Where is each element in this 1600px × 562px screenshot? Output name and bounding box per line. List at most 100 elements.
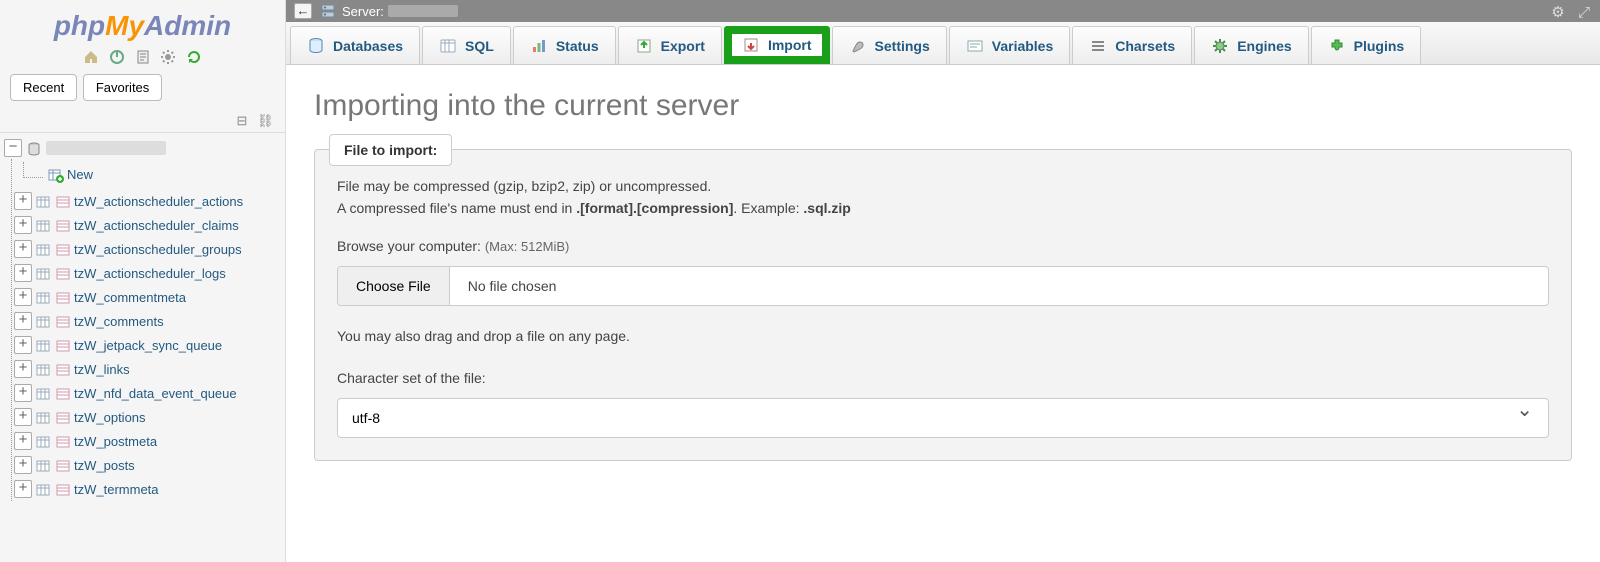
tree-new-node[interactable]: New [12, 159, 283, 189]
tree-children: New + tzW_actionscheduler_actions + tzW_act… [11, 159, 283, 501]
table-browse-icon[interactable] [35, 241, 51, 257]
tab-plugins[interactable]: Plugins [1311, 26, 1422, 64]
tree-toggle[interactable]: + [14, 456, 32, 474]
tree-toggle[interactable]: + [14, 192, 32, 210]
sidebar-quick-icons [0, 44, 285, 74]
table-browse-icon[interactable] [35, 409, 51, 425]
table-structure-icon[interactable] [55, 385, 71, 401]
tree-toggle[interactable]: + [14, 216, 32, 234]
tab-label: SQL [465, 38, 494, 54]
table-structure-icon[interactable] [55, 337, 71, 353]
tab-charsets[interactable]: Charsets [1072, 26, 1192, 64]
tree-root[interactable]: − [2, 137, 283, 159]
tree-toggle[interactable]: + [14, 480, 32, 498]
table-browse-icon[interactable] [35, 433, 51, 449]
tree-toggle[interactable]: + [14, 360, 32, 378]
tab-status[interactable]: Status [513, 26, 616, 64]
table-structure-icon[interactable] [55, 457, 71, 473]
tab-engines[interactable]: Engines [1194, 26, 1308, 64]
docs-icon[interactable] [134, 48, 152, 66]
tree-toggle[interactable]: + [14, 288, 32, 306]
table-structure-icon[interactable] [55, 433, 71, 449]
import-icon [742, 36, 760, 54]
table-browse-icon[interactable] [35, 385, 51, 401]
tree-table-node[interactable]: +tzW_comments [12, 309, 283, 333]
table-browse-icon[interactable] [35, 457, 51, 473]
server-name[interactable] [388, 5, 458, 17]
link-icon[interactable]: ⛓ [257, 113, 273, 125]
table-browse-icon[interactable] [35, 193, 51, 209]
table-browse-icon[interactable] [35, 313, 51, 329]
tree-toggle[interactable]: + [14, 312, 32, 330]
tree-toggle[interactable]: + [14, 336, 32, 354]
table-structure-icon[interactable] [55, 193, 71, 209]
logout-icon[interactable] [108, 48, 126, 66]
tree-table-label: tzW_actionscheduler_claims [74, 218, 239, 233]
charset-select[interactable]: utf-8 [337, 398, 1549, 438]
table-browse-icon[interactable] [35, 361, 51, 377]
choose-file-button[interactable]: Choose File [338, 267, 450, 305]
tab-label: Settings [875, 38, 930, 54]
tree-table-node[interactable]: +tzW_links [12, 357, 283, 381]
tree-table-node[interactable]: +tzW_termmeta [12, 477, 283, 501]
tree-toggle[interactable]: + [14, 408, 32, 426]
refresh-icon[interactable] [185, 48, 203, 66]
tab-sql[interactable]: SQL [422, 26, 511, 64]
tab-import[interactable]: Import [724, 26, 830, 64]
file-chosen-status: No file chosen [450, 267, 1548, 305]
home-icon[interactable] [82, 48, 100, 66]
favorites-button[interactable]: Favorites [83, 74, 162, 101]
table-structure-icon[interactable] [55, 241, 71, 257]
tab-export[interactable]: Export [618, 26, 722, 64]
tab-variables[interactable]: Variables [949, 26, 1071, 64]
tree-table-node[interactable]: +tzW_commentmeta [12, 285, 283, 309]
tree-toggle[interactable]: + [14, 240, 32, 258]
gear-icon[interactable]: ⚙ [1551, 4, 1564, 21]
tree-table-node[interactable]: +tzW_options [12, 405, 283, 429]
table-structure-icon[interactable] [55, 481, 71, 497]
file-input[interactable]: Choose File No file chosen [337, 266, 1549, 306]
tree-table-label: tzW_actionscheduler_actions [74, 194, 243, 209]
tree-table-node[interactable]: + tzW_actionscheduler_claims [12, 213, 283, 237]
table-structure-icon[interactable] [55, 217, 71, 233]
page-title: Importing into the current server [314, 89, 1572, 123]
sidebar: phpMyAdmin Recent Favorites ⊟ ⛓ − [0, 0, 286, 562]
tree-table-node[interactable]: +tzW_jetpack_sync_queue [12, 333, 283, 357]
table-browse-icon[interactable] [35, 217, 51, 233]
logo[interactable]: phpMyAdmin [0, 6, 285, 44]
tree-toggle[interactable]: + [14, 432, 32, 450]
table-browse-icon[interactable] [35, 289, 51, 305]
collapse-all-icon[interactable]: ⊟ [231, 113, 247, 125]
tree-table-node[interactable]: +tzW_posts [12, 453, 283, 477]
tab-label: Export [661, 38, 705, 54]
tree-table-node[interactable]: +tzW_nfd_data_event_queue [12, 381, 283, 405]
table-structure-icon[interactable] [55, 409, 71, 425]
table-structure-icon[interactable] [55, 289, 71, 305]
back-arrow-button[interactable]: ← [294, 3, 312, 19]
tree-toggle[interactable]: + [14, 384, 32, 402]
table-structure-icon[interactable] [55, 313, 71, 329]
table-browse-icon[interactable] [35, 337, 51, 353]
tree-table-node[interactable]: + tzW_actionscheduler_actions [12, 189, 283, 213]
tab-label: Variables [992, 38, 1054, 54]
tree-table-label: tzW_actionscheduler_groups [74, 242, 242, 257]
tab-label: Plugins [1354, 38, 1405, 54]
table-browse-icon[interactable] [35, 265, 51, 281]
compress-hint-1: File may be compressed (gzip, bzip2, zip… [337, 178, 1549, 194]
tree-table-node[interactable]: + tzW_actionscheduler_logs [12, 261, 283, 285]
collapse-panel-icon[interactable]: ⤢ [1578, 4, 1590, 21]
table-browse-icon[interactable] [35, 481, 51, 497]
tree-toggle-root[interactable]: − [4, 139, 22, 157]
tab-databases[interactable]: Databases [290, 26, 420, 64]
plugins-icon [1328, 37, 1346, 55]
tree-table-node[interactable]: +tzW_postmeta [12, 429, 283, 453]
tree-table-label: tzW_actionscheduler_logs [74, 266, 226, 281]
tree-table-node[interactable]: + tzW_actionscheduler_groups [12, 237, 283, 261]
recent-button[interactable]: Recent [10, 74, 77, 101]
settings-gear-icon[interactable] [159, 48, 177, 66]
tab-label: Charsets [1115, 38, 1175, 54]
tree-toggle[interactable]: + [14, 264, 32, 282]
table-structure-icon[interactable] [55, 361, 71, 377]
table-structure-icon[interactable] [55, 265, 71, 281]
tab-settings[interactable]: Settings [832, 26, 947, 64]
